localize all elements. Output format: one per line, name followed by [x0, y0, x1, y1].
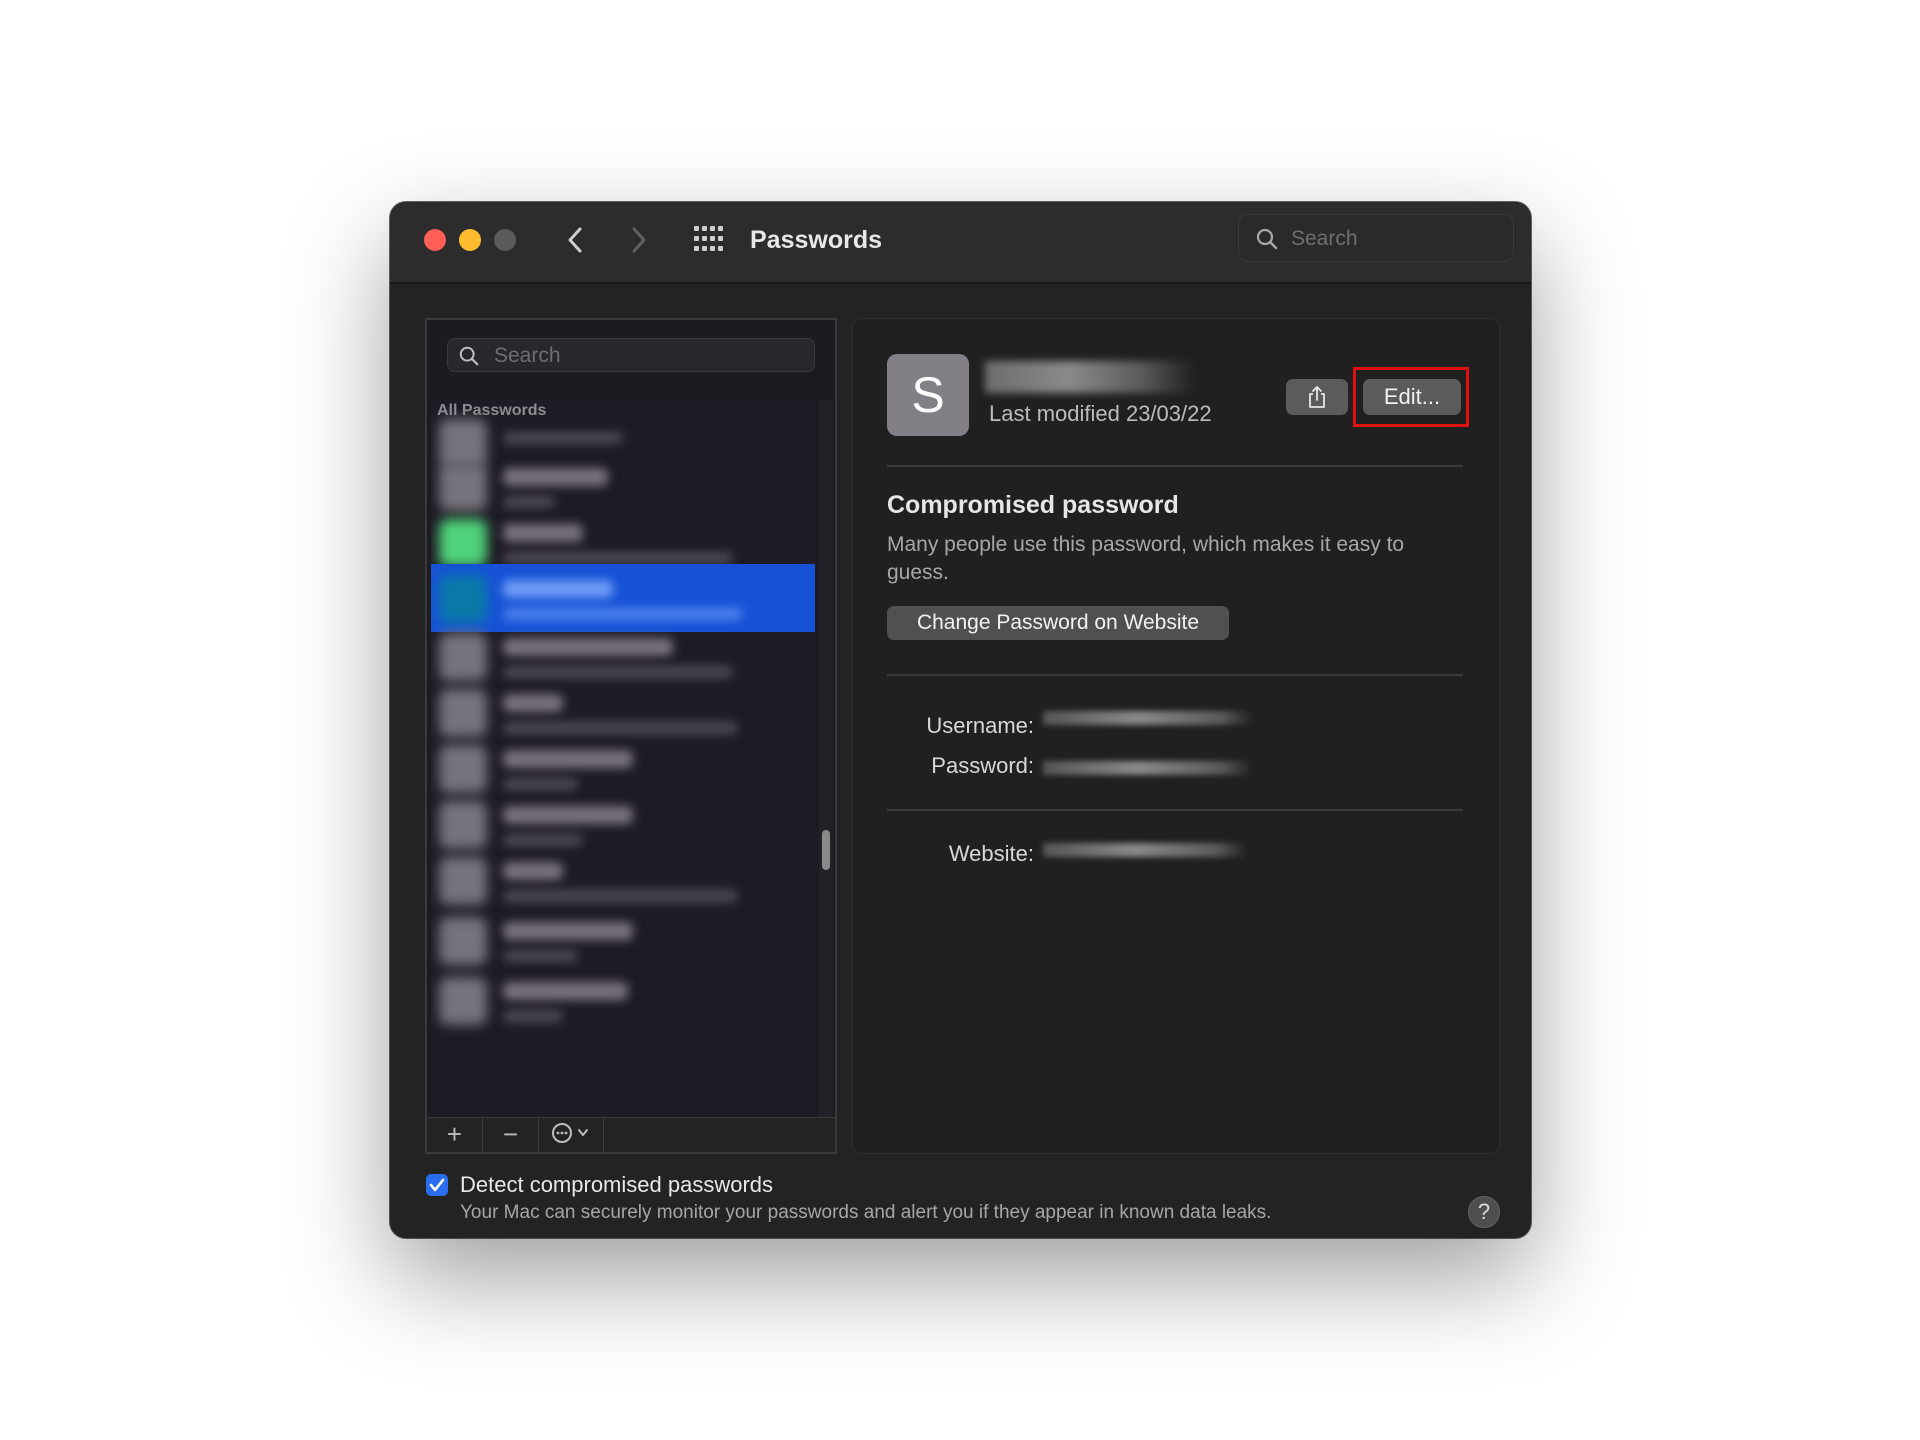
list-item[interactable] — [431, 846, 815, 914]
detect-compromised-label[interactable]: Detect compromised passwords — [460, 1172, 773, 1198]
detect-compromised-checkbox[interactable] — [426, 1174, 448, 1196]
sidebar-search-input[interactable] — [492, 341, 796, 371]
site-icon — [439, 575, 487, 623]
site-avatar: S — [887, 354, 969, 436]
detect-compromised-description: Your Mac can securely monitor your passw… — [460, 1202, 1272, 1223]
sidebar-toolbar: + − — [427, 1117, 835, 1152]
window-title: Passwords — [750, 226, 883, 254]
close-button[interactable] — [424, 229, 446, 251]
titlebar: Passwords — [390, 202, 1531, 284]
back-button[interactable] — [558, 222, 594, 258]
search-icon — [1256, 228, 1278, 250]
site-icon — [439, 857, 487, 905]
sidebar-search[interactable] — [447, 338, 815, 372]
share-button[interactable] — [1286, 379, 1348, 415]
change-password-button[interactable]: Change Password on Website — [887, 606, 1229, 640]
chevron-left-icon — [568, 227, 582, 253]
site-icon — [439, 977, 487, 1025]
window-search[interactable] — [1238, 214, 1514, 262]
search-icon — [459, 346, 479, 366]
show-all-button[interactable] — [690, 222, 728, 258]
sidebar-scrollbar[interactable] — [819, 400, 833, 1118]
site-icon — [439, 519, 487, 567]
divider — [887, 674, 1463, 676]
list-item[interactable] — [431, 906, 815, 974]
forward-button[interactable] — [620, 222, 656, 258]
website-value-redacted[interactable] — [1043, 843, 1248, 857]
site-icon — [439, 689, 487, 737]
minimize-button[interactable] — [459, 229, 481, 251]
site-name-redacted — [985, 361, 1195, 393]
site-icon — [439, 745, 487, 793]
password-sidebar: All Passwords — [425, 318, 837, 1154]
grid-icon — [694, 226, 723, 251]
compromised-description: Many people use this password, which mak… — [887, 533, 1405, 584]
more-options-button[interactable] — [539, 1118, 604, 1152]
site-icon — [439, 463, 487, 511]
divider — [887, 465, 1463, 467]
remove-password-button[interactable]: − — [483, 1118, 539, 1152]
help-button[interactable]: ? — [1468, 1196, 1500, 1228]
highlight-box — [1353, 367, 1469, 427]
site-icon — [439, 917, 487, 965]
username-label: Username: — [926, 713, 1034, 738]
password-value-redacted[interactable] — [1043, 761, 1253, 775]
checkmark-icon — [429, 1178, 445, 1192]
window-search-input[interactable] — [1289, 224, 1503, 254]
list-item[interactable] — [431, 966, 815, 1034]
username-value-redacted[interactable] — [1043, 711, 1253, 725]
divider — [887, 809, 1463, 811]
ellipsis-circle-icon — [552, 1123, 588, 1143]
zoom-button[interactable] — [494, 229, 516, 251]
website-label: Website: — [948, 841, 1034, 866]
compromised-title: Compromised password — [887, 491, 1179, 519]
add-password-button[interactable]: + — [427, 1118, 483, 1152]
chevron-right-icon — [632, 227, 646, 253]
site-icon — [439, 801, 487, 849]
scrollbar-thumb[interactable] — [822, 830, 830, 870]
last-modified: Last modified 23/03/22 — [989, 401, 1212, 426]
passwords-window: Passwords All Passwords — [390, 202, 1531, 1238]
site-icon — [439, 633, 487, 681]
password-detail: S Last modified 23/03/22 Edit... Comprom… — [852, 318, 1500, 1154]
share-icon — [1309, 386, 1325, 408]
password-list[interactable]: All Passwords — [431, 400, 815, 1118]
password-label: Password: — [931, 753, 1034, 778]
